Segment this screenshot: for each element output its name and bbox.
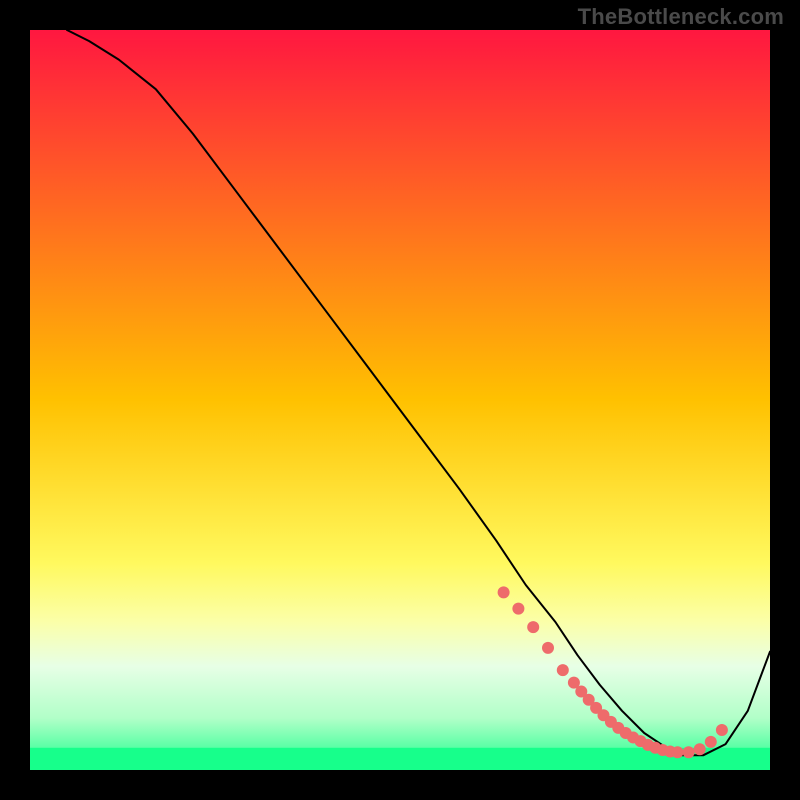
marker-dot: [498, 586, 510, 598]
watermark-text: TheBottleneck.com: [578, 4, 784, 30]
marker-dot: [512, 603, 524, 615]
marker-dot: [683, 746, 695, 758]
chart-background: [30, 30, 770, 770]
marker-dot: [672, 746, 684, 758]
marker-dot: [694, 743, 706, 755]
chart-svg: [30, 30, 770, 770]
marker-dot: [705, 736, 717, 748]
marker-dot: [542, 642, 554, 654]
marker-dot: [716, 724, 728, 736]
marker-dot: [527, 621, 539, 633]
chart-stage: TheBottleneck.com: [0, 0, 800, 800]
marker-dot: [557, 664, 569, 676]
plot-area: [30, 30, 770, 770]
